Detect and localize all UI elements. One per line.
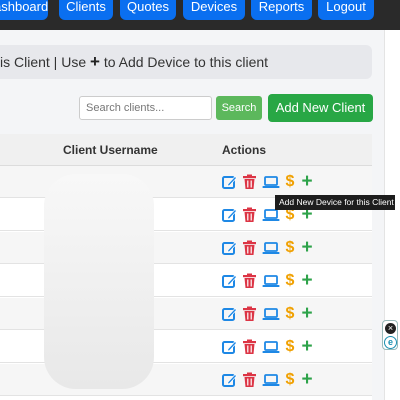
tooltip-add-device: Add New Device for this Client [275, 195, 395, 210]
trash-icon[interactable] [242, 372, 257, 388]
nav-clients[interactable]: Clients [59, 0, 113, 20]
info-banner: is Client | Use + to Add Device to this … [0, 45, 372, 79]
search-input[interactable] [79, 96, 212, 120]
dollar-icon[interactable]: $ [285, 372, 295, 388]
nav-devices-label: Devices [190, 0, 238, 14]
table-header: Client Username Actions [0, 134, 372, 166]
header-actions: Actions [222, 143, 267, 157]
edit-icon[interactable] [222, 174, 237, 190]
edit-icon[interactable] [222, 207, 237, 223]
laptop-icon[interactable] [262, 240, 280, 256]
edit-icon[interactable] [222, 339, 237, 355]
edit-icon[interactable] [222, 273, 237, 289]
edit-icon[interactable] [222, 306, 237, 322]
top-navbar: ashboard Clients Quotes Devices Reports … [0, 0, 400, 30]
row-actions: $ + [222, 238, 314, 257]
nav-logout-label: Logout [326, 0, 366, 14]
info-text-start: is Client | Use [0, 54, 90, 70]
nav-clients-label: Clients [66, 0, 106, 14]
close-icon[interactable]: × [385, 323, 396, 334]
add-device-icon[interactable]: + [300, 172, 314, 191]
side-widget[interactable]: × e [382, 320, 398, 350]
trash-icon[interactable] [242, 339, 257, 355]
nav-reports-label: Reports [258, 0, 305, 14]
dollar-icon[interactable]: $ [285, 273, 295, 289]
laptop-icon[interactable] [262, 372, 280, 388]
row-actions: $ + [222, 271, 314, 290]
row-actions: $ + [222, 337, 314, 356]
nav-dashboard[interactable]: ashboard [0, 0, 48, 20]
nav-dashboard-label: ashboard [0, 0, 49, 14]
trash-icon[interactable] [242, 240, 257, 256]
nav-quotes-label: Quotes [127, 0, 169, 14]
edit-icon[interactable] [222, 372, 237, 388]
dollar-icon[interactable]: $ [285, 240, 295, 256]
dollar-icon[interactable]: $ [285, 339, 295, 355]
plus-icon: + [90, 52, 100, 71]
nav-devices[interactable]: Devices [183, 0, 245, 20]
nav-logout[interactable]: Logout [318, 0, 374, 20]
add-device-icon[interactable]: + [300, 271, 314, 290]
dollar-icon[interactable]: $ [285, 174, 295, 190]
laptop-icon[interactable] [262, 306, 280, 322]
add-device-icon[interactable]: + [300, 370, 314, 389]
row-actions: $ + [222, 304, 314, 323]
add-device-icon[interactable]: + [300, 304, 314, 323]
extension-badge-icon[interactable]: e [384, 336, 397, 349]
redaction-overlay [44, 174, 154, 389]
add-device-icon[interactable]: + [300, 238, 314, 257]
laptop-icon[interactable] [262, 339, 280, 355]
laptop-icon[interactable] [262, 174, 280, 190]
header-client-username: Client Username [63, 143, 158, 157]
info-text-end: to Add Device to this client [99, 54, 269, 70]
laptop-icon[interactable] [262, 273, 280, 289]
nav-quotes[interactable]: Quotes [120, 0, 176, 20]
row-actions: $ + [222, 370, 314, 389]
add-device-icon[interactable]: + [300, 337, 314, 356]
trash-icon[interactable] [242, 174, 257, 190]
nav-reports[interactable]: Reports [251, 0, 312, 20]
trash-icon[interactable] [242, 273, 257, 289]
trash-icon[interactable] [242, 306, 257, 322]
dollar-icon[interactable]: $ [285, 306, 295, 322]
add-new-client-button[interactable]: Add New Client [268, 94, 373, 122]
row-actions: $ + [222, 172, 314, 191]
edit-icon[interactable] [222, 240, 237, 256]
trash-icon[interactable] [242, 207, 257, 223]
search-button[interactable]: Search [216, 96, 262, 120]
